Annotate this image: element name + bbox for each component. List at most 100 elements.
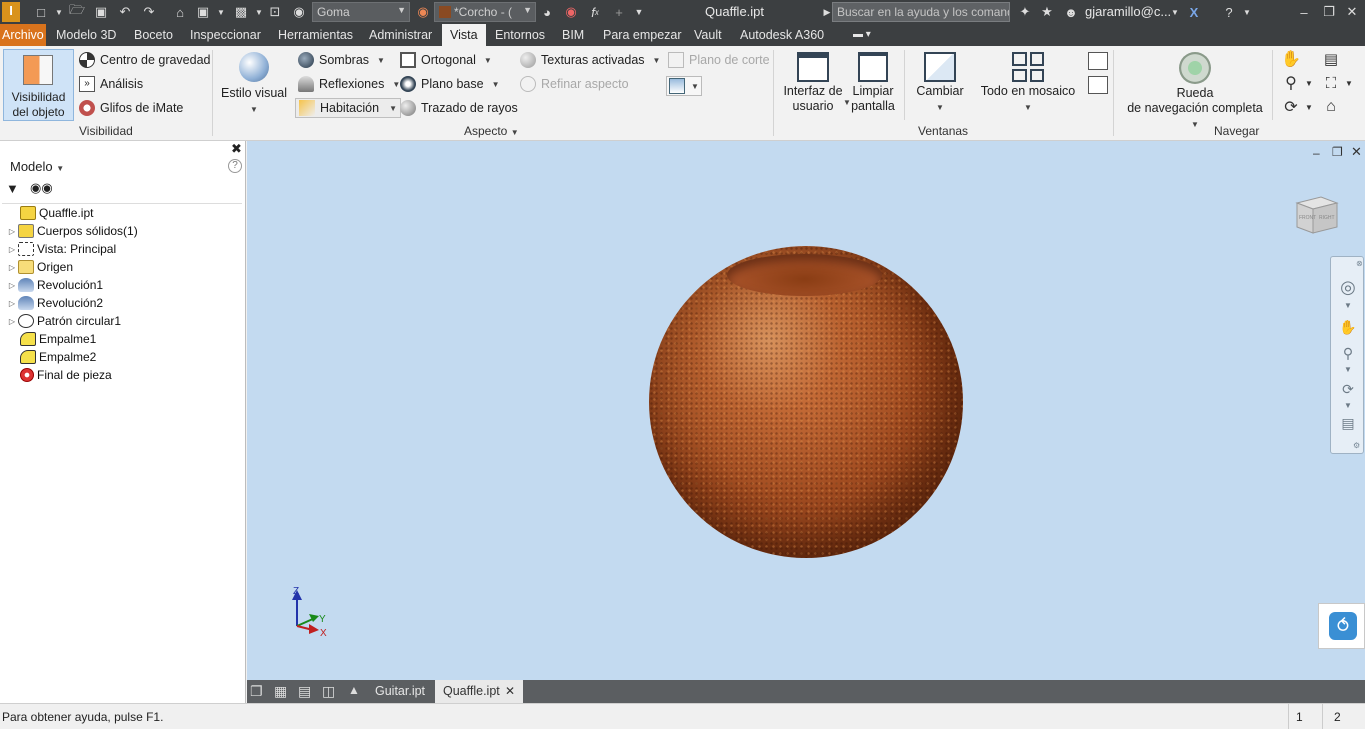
- quaffle-sphere-model[interactable]: [649, 246, 963, 558]
- star-icon[interactable]: ★: [1038, 3, 1056, 21]
- tab-entornos[interactable]: Entornos: [490, 24, 550, 46]
- chevron-down-icon[interactable]: ▼: [1338, 301, 1358, 321]
- close-browser-icon[interactable]: ✖: [231, 141, 242, 157]
- tab-bim[interactable]: BIM: [557, 24, 589, 46]
- full-navigation-wheel-button[interactable]: Rueda de navegación completa ▼: [1122, 52, 1268, 132]
- expand-icon[interactable]: ▷: [6, 317, 18, 326]
- undo-icon[interactable]: ↶: [116, 3, 134, 21]
- material-select[interactable]: Goma ▼: [312, 2, 410, 22]
- tab-para-empezar[interactable]: Para empezar: [598, 24, 687, 46]
- switch-window-button[interactable]: Cambiar ▼: [912, 52, 968, 115]
- tree-item-quaffle[interactable]: Quaffle.ipt: [8, 204, 93, 222]
- plus-icon[interactable]: +: [610, 3, 628, 21]
- visual-style-button[interactable]: Estilo visual ▼: [220, 52, 288, 117]
- section-plane-button[interactable]: Plano de corte: [668, 52, 770, 68]
- user-dropdown-icon[interactable]: ▼: [1166, 3, 1184, 21]
- open-icon[interactable]: 🗁: [68, 2, 86, 21]
- browser-title-dropdown[interactable]: Modelo ▼: [10, 159, 64, 174]
- zoom-icon[interactable]: ⚲: [1338, 345, 1358, 365]
- close-tab-icon[interactable]: ✕: [505, 680, 515, 703]
- filter-icon[interactable]: ▼: [6, 181, 19, 196]
- tile-horizontal-icon[interactable]: ▤: [298, 683, 311, 700]
- restore-icon[interactable]: ❐: [1320, 3, 1338, 21]
- globe-icon[interactable]: ◉: [290, 3, 308, 21]
- orthographic-button[interactable]: Ortogonal ▼: [400, 52, 492, 68]
- clear-appearance-icon[interactable]: ◉: [562, 3, 580, 21]
- tile-vertical-icon[interactable]: ◫: [322, 683, 335, 700]
- find-binoculars-icon[interactable]: ◉◉: [30, 180, 53, 196]
- refine-appearance-button[interactable]: Refinar aspecto: [520, 76, 629, 92]
- zoom-all-icon[interactable]: ⛶: [1322, 74, 1340, 92]
- fx-icon[interactable]: fx: [586, 3, 604, 21]
- tree-item-fillet-1[interactable]: Empalme1: [8, 330, 96, 348]
- look-at-icon[interactable]: ▤: [1338, 415, 1358, 435]
- tab-boceto[interactable]: Boceto: [129, 24, 178, 46]
- tab-inspeccionar[interactable]: Inspeccionar: [185, 24, 266, 46]
- textures-on-button[interactable]: Texturas activadas ▼: [520, 52, 660, 68]
- tree-item-solid-bodies[interactable]: ▷ Cuerpos sólidos(1): [6, 222, 138, 240]
- zoom-icon[interactable]: ⚲: [1282, 74, 1300, 92]
- look-at-icon[interactable]: ▤: [1322, 50, 1340, 68]
- doc-tab-guitar[interactable]: Guitar.ipt: [367, 680, 433, 703]
- tree-item-revolve-2[interactable]: ▷ Revolución2: [6, 294, 103, 312]
- expand-icon[interactable]: ▷: [6, 245, 18, 254]
- select-icon[interactable]: ⊡: [266, 3, 284, 21]
- expand-icon[interactable]: ▷: [6, 299, 18, 308]
- tree-item-revolve-1[interactable]: ▷ Revolución1: [6, 276, 103, 294]
- tree-item-origin[interactable]: ▷ Origen: [6, 258, 73, 276]
- navbar-options-icon[interactable]: ⚙: [1353, 441, 1360, 450]
- minimize-icon[interactable]: –: [1295, 3, 1313, 21]
- user-name[interactable]: gjaramillo@c...: [1085, 4, 1171, 19]
- customize-dropdown-icon[interactable]: ▼: [630, 3, 648, 21]
- tab-herramientas[interactable]: Herramientas: [273, 24, 358, 46]
- analysis-button[interactable]: » Análisis: [79, 76, 143, 92]
- panel-options-icon[interactable]: ▬ ▾: [848, 24, 876, 46]
- share-panel[interactable]: ⥀: [1318, 603, 1365, 649]
- help-icon[interactable]: ?: [1220, 3, 1238, 21]
- steering-wheel-icon[interactable]: ◎: [1338, 277, 1358, 297]
- new-dropdown-icon[interactable]: ▼: [50, 3, 68, 21]
- zoom-all-dropdown-icon[interactable]: ▼: [1340, 74, 1358, 92]
- tree-item-view-principal[interactable]: ▷ Vista: Principal: [6, 240, 116, 258]
- user-interface-button[interactable]: Interfaz de usuario: [782, 52, 844, 114]
- tab-list-up-icon[interactable]: ▲: [348, 683, 360, 697]
- pan-icon[interactable]: ✋: [1338, 319, 1358, 339]
- panel-label-aspecto[interactable]: Aspecto ▼: [464, 124, 519, 138]
- browser-help-icon[interactable]: ?: [228, 159, 242, 173]
- appearance-select[interactable]: *Corcho - ( ▼: [434, 2, 536, 22]
- color-wheel-icon[interactable]: ◉: [414, 3, 432, 21]
- help-dropdown-icon[interactable]: ▼: [1238, 3, 1256, 21]
- minimize-doc-icon[interactable]: –: [1313, 146, 1320, 160]
- graphics-viewport[interactable]: – ❐ ✕ FRONT RIGHT ⊗ ◎ ▼ ✋ ⚲ ▼ ⟳ ▼ ▤ ⚙ Z …: [247, 141, 1365, 680]
- shadows-button[interactable]: Sombras ▼: [298, 52, 385, 68]
- close-icon[interactable]: ✕: [1343, 3, 1361, 21]
- image-icon[interactable]: ▣: [194, 3, 212, 21]
- clean-screen-button[interactable]: Limpiar pantalla: [849, 52, 897, 114]
- redo-icon[interactable]: ↷: [140, 3, 158, 21]
- pan-icon[interactable]: ✋: [1281, 50, 1301, 68]
- update-icon[interactable]: ▩: [232, 3, 250, 21]
- object-visibility-button[interactable]: Visibilidad del objeto: [3, 49, 74, 121]
- tab-administrar[interactable]: Administrar: [364, 24, 437, 46]
- help-search-input[interactable]: Buscar en la ayuda y los comandos: [832, 2, 1010, 22]
- close-navbar-icon[interactable]: ⊗: [1356, 259, 1363, 268]
- ground-plane-room-button[interactable]: Habitación ▼: [295, 98, 401, 118]
- imate-glyphs-button[interactable]: Glifos de iMate: [79, 100, 183, 116]
- new-file-icon[interactable]: □: [32, 3, 50, 21]
- doc-tab-quaffle[interactable]: Quaffle.ipt ✕: [435, 680, 523, 703]
- center-of-gravity-button[interactable]: Centro de gravedad: [79, 52, 211, 68]
- image-dropdown-icon[interactable]: ▼: [212, 3, 230, 21]
- expand-icon[interactable]: ▷: [6, 281, 18, 290]
- reflections-button[interactable]: Reflexiones ▼: [298, 76, 400, 92]
- cascade-icon[interactable]: [1088, 52, 1108, 70]
- orbit-icon[interactable]: ⟳: [1338, 381, 1358, 401]
- new-window-icon[interactable]: [1088, 76, 1108, 94]
- adjust-appearance-icon[interactable]: ◕: [538, 3, 556, 21]
- tab-vault[interactable]: Vault: [689, 24, 727, 46]
- tab-vista[interactable]: Vista: [442, 24, 486, 46]
- tree-item-end-of-part[interactable]: Final de pieza: [8, 366, 112, 384]
- tile-all-button[interactable]: Todo en mosaico ▼: [978, 52, 1078, 115]
- orbit-icon[interactable]: ⟳: [1282, 98, 1300, 116]
- ray-tracing-button[interactable]: Trazado de rayos: [400, 100, 518, 116]
- tab-modelo-3d[interactable]: Modelo 3D: [51, 24, 121, 46]
